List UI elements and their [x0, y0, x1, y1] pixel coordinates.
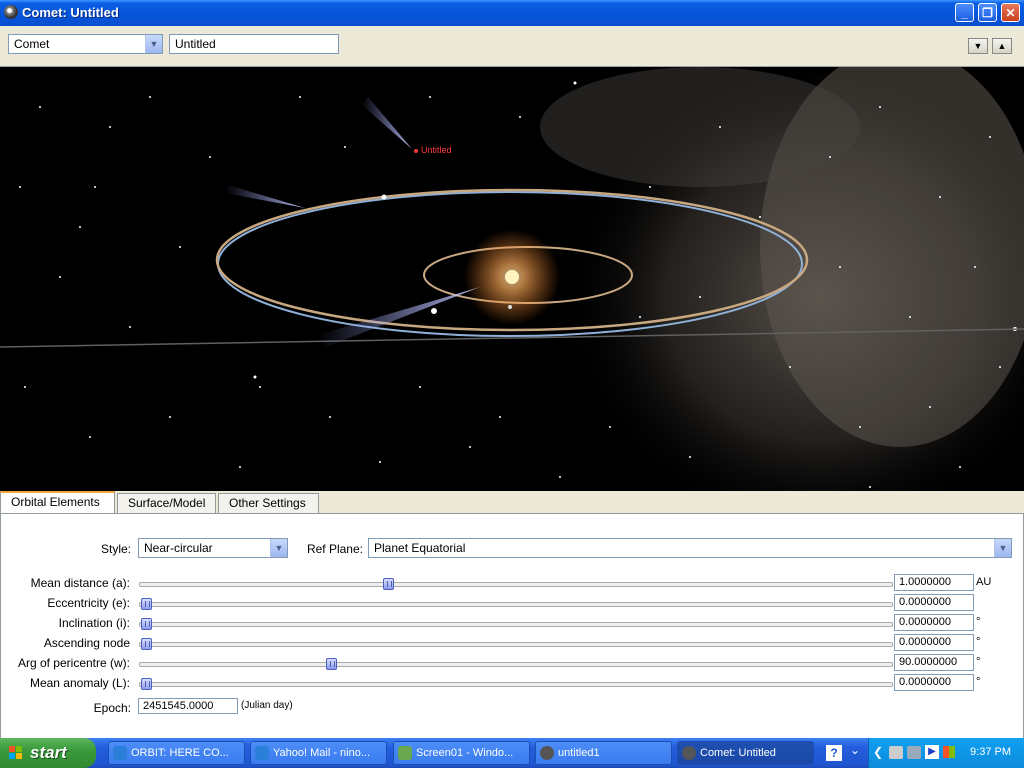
media-player-icon[interactable]: ▶ [925, 745, 939, 759]
element-slider-thumb[interactable] [141, 638, 152, 650]
epoch-unit: (Julian day) [241, 700, 293, 711]
taskbar-item-untitled1[interactable]: untitled1 [535, 741, 672, 765]
taskbar-item-yahoo[interactable]: Yahoo! Mail - nino... [250, 741, 387, 765]
element-slider-track[interactable] [139, 582, 893, 587]
epoch-label: Epoch: [93, 701, 131, 715]
chevron-down-icon[interactable]: ▼ [145, 35, 162, 53]
element-slider-track[interactable] [139, 602, 893, 607]
style-label: Style: [100, 542, 131, 556]
camera-icon[interactable] [889, 746, 903, 759]
taskbar-item-label: Yahoo! Mail - nino... [273, 747, 371, 759]
element-unit: ° [976, 616, 981, 628]
taskbar-item-comet[interactable]: Comet: Untitled [677, 741, 814, 765]
element-label: Mean distance (a): [30, 576, 130, 590]
element-unit: AU [976, 576, 992, 588]
close-button[interactable]: ✕ [1001, 3, 1020, 22]
style-value: Near-circular [144, 541, 213, 555]
quick-launch-chevron-icon[interactable]: ⌄ [850, 743, 860, 757]
element-unit: ° [976, 676, 981, 688]
epoch-input[interactable]: 2451545.0000 [138, 698, 238, 714]
windows-icon[interactable] [943, 746, 955, 758]
start-button[interactable]: start [0, 738, 96, 768]
element-unit: ° [976, 636, 981, 648]
title-bar[interactable]: Comet: Untitled _ ❐ ✕ [0, 0, 1024, 26]
taskbar: start ORBIT: HERE CO... Yahoo! Mail - ni… [0, 738, 1024, 768]
element-slider-thumb[interactable] [141, 678, 152, 690]
tab-bar: Orbital Elements Surface/Model Other Set… [0, 491, 1024, 514]
planet-2 [431, 308, 437, 314]
taskbar-item-label: Screen01 - Windo... [416, 747, 514, 759]
start-label: start [30, 743, 67, 762]
object-toolbar: Comet ▼ Untitled ▼ ▲ [0, 26, 1024, 67]
image-viewer-icon [398, 746, 412, 760]
ref-plane-value: Planet Equatorial [374, 541, 466, 555]
ref-plane-label: Ref Plane: [306, 542, 363, 556]
element-slider-thumb[interactable] [141, 618, 152, 630]
help-icon[interactable]: ? [826, 745, 842, 761]
element-value-input[interactable]: 0.0000000 [894, 594, 974, 611]
element-slider-track[interactable] [139, 642, 893, 647]
element-value-input[interactable]: 90.0000000 [894, 654, 974, 671]
element-slider-thumb[interactable] [141, 598, 152, 610]
element-value-input[interactable]: 0.0000000 [894, 634, 974, 651]
element-value-input[interactable]: 0.0000000 [894, 674, 974, 691]
app-icon[interactable] [4, 5, 18, 19]
network-icon[interactable] [907, 746, 921, 759]
element-slider-track[interactable] [139, 682, 893, 687]
element-label: Eccentricity (e): [47, 596, 130, 610]
object-name-input[interactable]: Untitled [169, 34, 339, 54]
element-label: Inclination (i): [58, 616, 130, 630]
element-value-input[interactable]: 0.0000000 [894, 614, 974, 631]
element-slider-track[interactable] [139, 662, 893, 667]
style-select[interactable]: Near-circular ▼ [138, 538, 288, 558]
element-label: Mean anomaly (L): [29, 676, 130, 690]
orbit-scene: Untitled [0, 67, 1024, 491]
taskbar-item-orbit[interactable]: ORBIT: HERE CO... [108, 741, 245, 765]
comet-marker [414, 149, 418, 153]
element-slider-track[interactable] [139, 622, 893, 627]
taskbar-item-screen01[interactable]: Screen01 - Windo... [393, 741, 530, 765]
app-icon [540, 746, 554, 760]
element-label: Ascending node [43, 636, 130, 650]
sun [505, 270, 519, 284]
collapse-up-button[interactable]: ▲ [992, 38, 1012, 54]
tray-expand-icon[interactable]: ❮ [873, 745, 883, 759]
tab-surface-model[interactable]: Surface/Model [117, 493, 216, 513]
ref-plane-select[interactable]: Planet Equatorial ▼ [368, 538, 1012, 558]
element-label: Arg of pericentre (w): [17, 656, 130, 670]
element-slider-thumb[interactable] [382, 578, 394, 590]
space-viewport[interactable]: Untitled [0, 67, 1024, 491]
ie-icon [113, 746, 127, 760]
taskbar-item-label: untitled1 [558, 747, 600, 759]
window-title: Comet: Untitled [22, 5, 119, 20]
element-value-input[interactable]: 1.0000000 [894, 574, 974, 591]
tab-other-settings[interactable]: Other Settings [218, 493, 319, 513]
taskbar-item-label: ORBIT: HERE CO... [131, 747, 229, 759]
comet-label: Untitled [421, 145, 452, 155]
system-tray: ❮ ▶ 9:37 PM [868, 738, 1024, 768]
object-type-value: Comet [14, 37, 50, 51]
taskbar-item-label: Comet: Untitled [700, 747, 776, 759]
tab-orbital-elements[interactable]: Orbital Elements [0, 491, 115, 514]
restore-button[interactable]: ❐ [978, 3, 997, 22]
milky-way-edge [540, 67, 860, 187]
minimize-button[interactable]: _ [955, 3, 974, 22]
windows-flag-icon [9, 746, 22, 759]
app-icon [682, 746, 696, 760]
object-type-select[interactable]: Comet ▼ [8, 34, 163, 54]
planet-1 [381, 194, 387, 200]
chevron-down-icon[interactable]: ▼ [270, 539, 287, 557]
chevron-down-icon[interactable]: ▼ [994, 539, 1011, 557]
planet-3 [508, 305, 512, 309]
element-unit: ° [976, 656, 981, 668]
element-slider-thumb[interactable] [326, 658, 337, 670]
clock: 9:37 PM [970, 746, 1011, 758]
ie-icon [255, 746, 269, 760]
collapse-down-button[interactable]: ▼ [968, 38, 988, 54]
orbital-elements-panel: Style: Near-circular ▼ Ref Plane: Planet… [0, 513, 1024, 739]
